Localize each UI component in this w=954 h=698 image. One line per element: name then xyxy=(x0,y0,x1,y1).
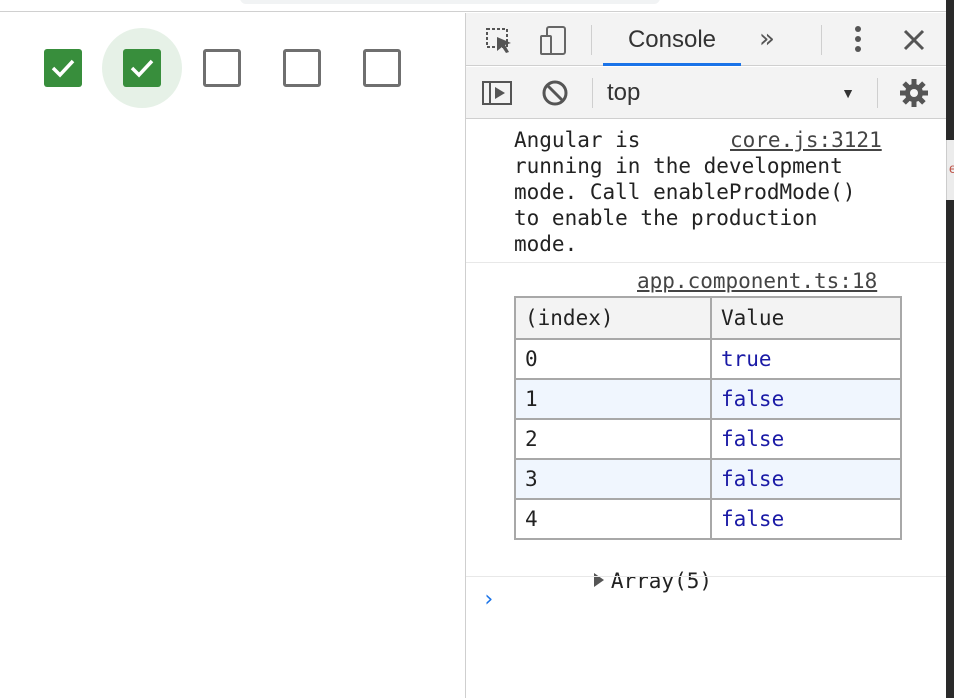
settings-gear-icon[interactable] xyxy=(898,77,930,109)
devtools-tab-bar: Console » xyxy=(466,13,947,66)
active-tab-indicator xyxy=(603,63,741,66)
edge-tab: e xyxy=(946,140,954,200)
context-selector[interactable]: top ▼ xyxy=(607,67,867,119)
table-cell-value: false xyxy=(710,498,902,540)
tab-console-label: Console xyxy=(627,25,717,53)
table-row: 3 false xyxy=(514,458,902,500)
checkbox-0[interactable] xyxy=(44,49,82,87)
table-row: 0 true xyxy=(514,338,902,380)
table-row: 4 false xyxy=(514,498,902,540)
table-cell-index: 3 xyxy=(514,458,712,500)
table-cell-index: 0 xyxy=(514,338,712,380)
browser-top-strip xyxy=(0,0,954,12)
table-cell-value: false xyxy=(710,458,902,500)
console-message-log: Angular is running in the development mo… xyxy=(466,120,947,263)
tab-console[interactable]: Console xyxy=(603,13,741,66)
column-header-index[interactable]: (index) xyxy=(514,296,712,340)
device-toolbar-icon[interactable] xyxy=(536,23,570,57)
checkbox-1[interactable] xyxy=(123,49,161,87)
checkbox-3[interactable] xyxy=(283,49,321,87)
more-tabs-icon[interactable]: » xyxy=(752,23,782,55)
console-prompt[interactable]: › xyxy=(466,576,947,698)
checkbox-2[interactable] xyxy=(203,49,241,87)
dropdown-arrow-icon: ▼ xyxy=(841,85,855,101)
console-table: (index) Value 0 true 1 false 2 false 3 f… xyxy=(514,296,902,540)
column-header-value[interactable]: Value xyxy=(710,296,902,340)
inspect-element-icon[interactable] xyxy=(482,25,516,55)
table-cell-index: 2 xyxy=(514,418,712,460)
kebab-menu-icon[interactable] xyxy=(846,23,870,55)
console-output: Angular is running in the development mo… xyxy=(466,120,947,698)
table-row: 1 false xyxy=(514,378,902,420)
clear-console-icon[interactable] xyxy=(540,78,570,108)
check-icon xyxy=(130,59,154,78)
table-cell-value: false xyxy=(710,418,902,460)
table-cell-index: 1 xyxy=(514,378,712,420)
devtools-panel: Console » top ▼ Angular is running in th… xyxy=(465,13,947,698)
table-cell-value: false xyxy=(710,378,902,420)
checkbox-4[interactable] xyxy=(363,49,401,87)
check-icon xyxy=(51,59,75,78)
console-toolbar: top ▼ xyxy=(466,67,947,119)
address-bar-edge xyxy=(240,0,660,4)
show-sidebar-icon[interactable] xyxy=(480,78,514,108)
window-right-edge: e xyxy=(946,0,954,698)
context-selector-value: top xyxy=(607,79,641,106)
table-row: 2 false xyxy=(514,418,902,460)
table-cell-index: 4 xyxy=(514,498,712,540)
prompt-chevron-icon: › xyxy=(482,587,496,612)
app-area xyxy=(0,13,465,698)
close-icon[interactable] xyxy=(899,25,929,55)
source-link-app-component[interactable]: app.component.ts:18 xyxy=(637,268,877,294)
table-header-row: (index) Value xyxy=(514,296,902,340)
source-link-core-js[interactable]: core.js:3121 xyxy=(730,127,882,153)
table-cell-value: true xyxy=(710,338,902,380)
